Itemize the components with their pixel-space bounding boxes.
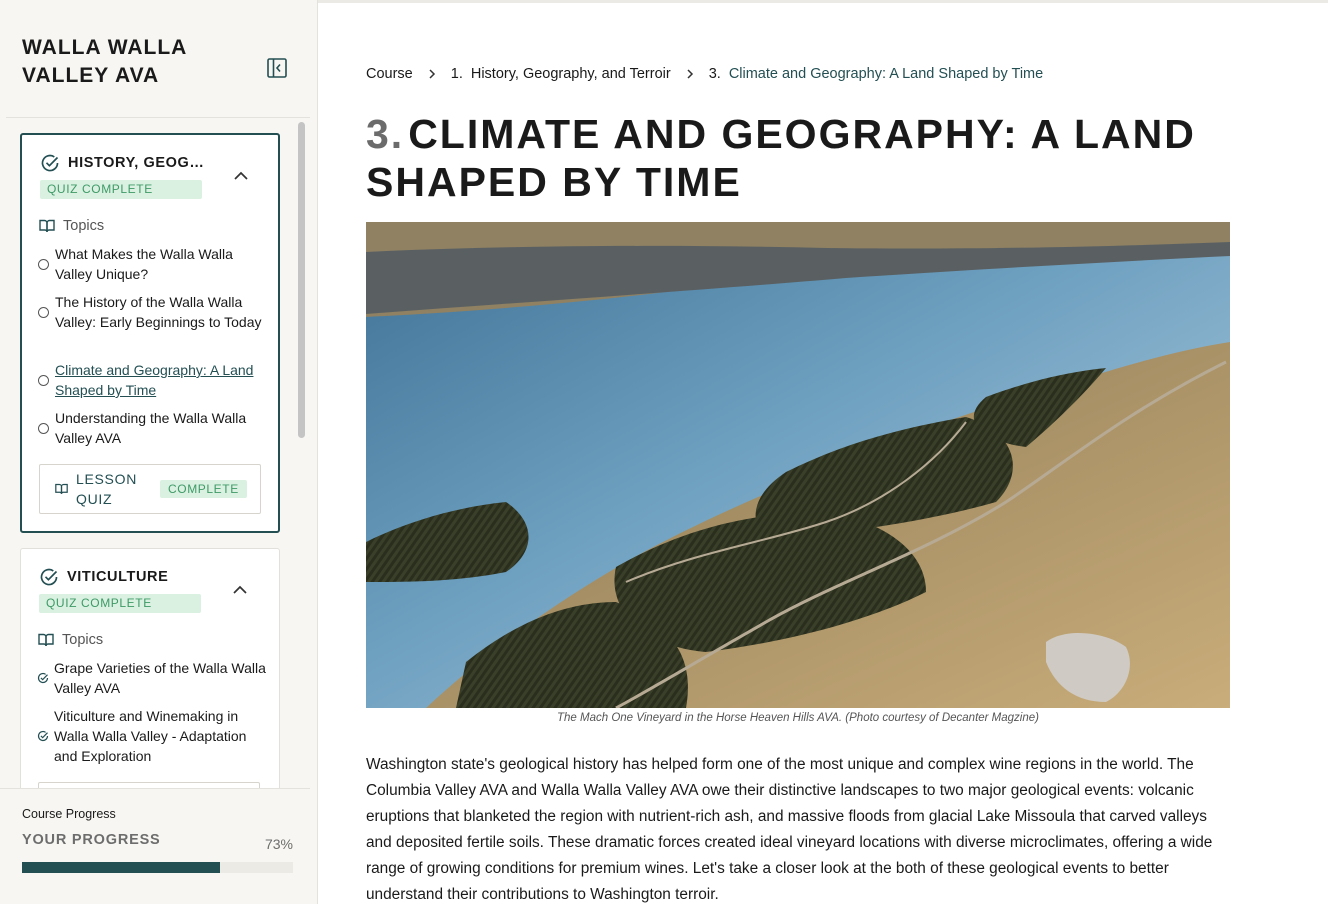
breadcrumb-course[interactable]: Course xyxy=(366,66,413,82)
topic-label: Viticulture and Winemaking in Walla Wall… xyxy=(54,708,247,764)
page-title-text: CLIMATE AND GEOGRAPHY: A LAND SHAPED BY … xyxy=(366,111,1196,205)
progress-caption: Course Progress xyxy=(22,807,116,821)
progress-bar xyxy=(22,862,293,873)
topic-label: What Makes the Walla Walla Valley Unique… xyxy=(55,246,233,282)
topic-item-current[interactable]: Climate and Geography: A Land Shaped by … xyxy=(38,360,270,400)
lesson-quiz-status-badge: COMPLETE xyxy=(160,480,247,498)
book-icon xyxy=(38,633,54,647)
lesson-quiz-button[interactable]: LESSON QUIZ COMPLETE xyxy=(39,464,261,514)
topic-label: Climate and Geography: A Land Shaped by … xyxy=(55,362,254,398)
lesson-card-history[interactable]: HISTORY, GEOG… QUIZ COMPLETE Topics What… xyxy=(20,133,280,533)
lesson-quiz-label: LESSON QUIZ xyxy=(76,471,137,507)
topics-label: Topics xyxy=(63,218,105,234)
check-circle-icon xyxy=(40,568,58,586)
topic-item[interactable]: The History of the Walla Walla Valley: E… xyxy=(38,292,270,332)
lesson-title: VITICULTURE xyxy=(67,569,169,585)
lesson-list[interactable]: HISTORY, GEOG… QUIZ COMPLETE Topics What… xyxy=(0,118,310,788)
chevron-right-icon xyxy=(687,69,693,79)
topics-heading: Topics xyxy=(38,632,103,648)
check-circle-icon xyxy=(37,730,49,742)
lesson-card-viticulture[interactable]: VITICULTURE QUIZ COMPLETE Topics Grape V… xyxy=(20,548,280,788)
progress-heading: YOUR PROGRESS xyxy=(22,832,161,848)
progress-bar-fill xyxy=(22,862,220,873)
topic-item[interactable]: Viticulture and Winemaking in Walla Wall… xyxy=(37,706,269,766)
collapse-sidebar-button[interactable] xyxy=(265,56,289,80)
hero-image xyxy=(366,222,1230,708)
topics-heading: Topics xyxy=(39,218,104,234)
topic-item[interactable]: What Makes the Walla Walla Valley Unique… xyxy=(38,244,270,284)
breadcrumb-topic-label: Climate and Geography: A Land Shaped by … xyxy=(728,66,1044,82)
topics-label: Topics xyxy=(62,632,104,648)
progress-percent: 73% xyxy=(264,836,293,852)
breadcrumb-lesson-number: 1. xyxy=(450,66,463,82)
sidebar-scrollbar-thumb[interactable] xyxy=(298,122,305,438)
course-title: WALLA WALLA VALLEY AVA xyxy=(22,36,187,87)
lesson-header[interactable]: HISTORY, GEOG… xyxy=(40,153,205,173)
top-border xyxy=(318,0,1328,3)
check-circle-icon xyxy=(37,672,49,684)
chevron-up-icon[interactable] xyxy=(232,167,250,185)
incomplete-circle-icon xyxy=(38,306,49,318)
incomplete-circle-icon xyxy=(38,258,49,270)
incomplete-circle-icon xyxy=(38,374,49,386)
course-sidebar: WALLA WALLA VALLEY AVA HISTORY, GEOG… QU… xyxy=(0,0,318,904)
topic-item[interactable]: Understanding the Walla Walla Valley AVA xyxy=(38,408,270,448)
book-icon xyxy=(55,483,68,494)
topic-label: The History of the Walla Walla Valley: E… xyxy=(55,294,262,330)
breadcrumb-lesson[interactable]: 1. History, Geography, and Terroir xyxy=(451,66,671,82)
lesson-title: HISTORY, GEOG… xyxy=(68,155,205,171)
check-circle-icon xyxy=(41,154,59,172)
breadcrumb-lesson-label: History, Geography, and Terroir xyxy=(470,66,671,82)
image-caption: The Mach One Vineyard in the Horse Heave… xyxy=(557,712,1039,724)
body-paragraph: Washington state's geological history ha… xyxy=(366,756,1213,903)
quiz-status-badge: QUIZ COMPLETE xyxy=(39,594,201,613)
page-title: 3.CLIMATE AND GEOGRAPHY: A LAND SHAPED B… xyxy=(366,110,1246,206)
breadcrumb: Course 1. History, Geography, and Terroir… xyxy=(366,66,1043,82)
page-title-number: 3. xyxy=(366,111,405,157)
course-progress-panel: Course Progress YOUR PROGRESS 73% xyxy=(0,788,310,904)
sidebar-collapse-icon xyxy=(267,58,287,78)
quiz-status-badge: QUIZ COMPLETE xyxy=(40,180,202,199)
lesson-header[interactable]: VITICULTURE xyxy=(39,567,168,587)
incomplete-circle-icon xyxy=(38,422,49,434)
topic-label: Grape Varieties of the Walla Walla Valle… xyxy=(54,660,266,696)
breadcrumb-topic-number: 3. xyxy=(708,66,721,82)
chevron-up-icon[interactable] xyxy=(231,581,249,599)
topic-item[interactable]: Grape Varieties of the Walla Walla Valle… xyxy=(37,658,269,698)
vineyard-photo xyxy=(366,222,1230,708)
breadcrumb-topic[interactable]: 3. Climate and Geography: A Land Shaped b… xyxy=(709,66,1043,82)
chevron-right-icon xyxy=(429,69,435,79)
book-icon xyxy=(39,219,55,233)
topic-label: Understanding the Walla Walla Valley AVA xyxy=(55,410,247,446)
